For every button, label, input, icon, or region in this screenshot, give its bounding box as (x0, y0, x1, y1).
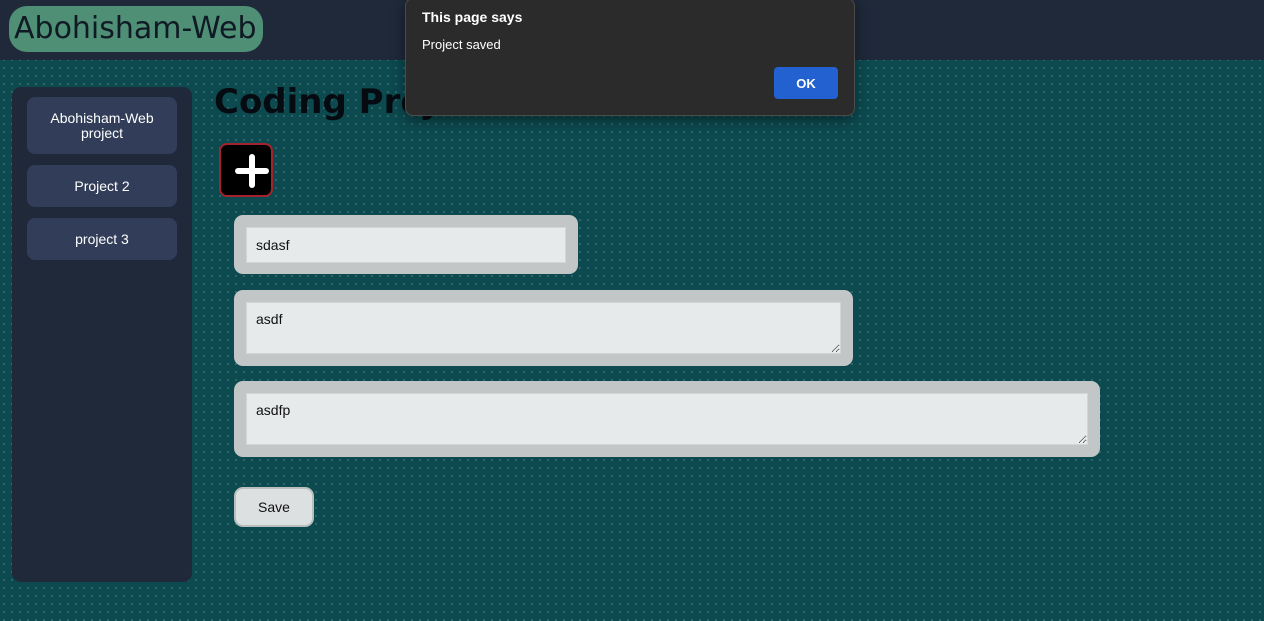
sidebar-item-label: project 3 (75, 230, 129, 247)
notes-field-container: asdfp (234, 381, 1100, 457)
project-title-input[interactable] (246, 227, 566, 263)
sidebar-item-project-3[interactable]: project 3 (27, 218, 177, 260)
plus-icon (227, 146, 269, 196)
project-description-textarea[interactable]: asdf (246, 302, 841, 354)
description-field-container: asdf (234, 290, 853, 366)
brand-logo[interactable]: Abohisham-Web (9, 6, 263, 52)
sidebar: Abohisham-Web project Project 2 project … (12, 87, 192, 582)
add-project-button[interactable] (219, 143, 273, 197)
project-notes-textarea[interactable]: asdfp (246, 393, 1088, 445)
sidebar-item-label: Abohisham-Web project (50, 109, 154, 141)
page-title: Coding Proj (214, 82, 436, 122)
save-button[interactable]: Save (234, 487, 314, 527)
sidebar-item-abohisham-web-project[interactable]: Abohisham-Web project (27, 97, 177, 154)
sidebar-item-project-2[interactable]: Project 2 (27, 165, 177, 207)
sidebar-item-label: Project 2 (74, 177, 130, 194)
ok-button[interactable]: OK (774, 67, 838, 99)
dialog-title: This page says (422, 9, 523, 25)
title-field-container (234, 215, 578, 274)
dialog-message: Project saved (422, 37, 501, 52)
alert-dialog: This page says Project saved OK (405, 0, 855, 116)
